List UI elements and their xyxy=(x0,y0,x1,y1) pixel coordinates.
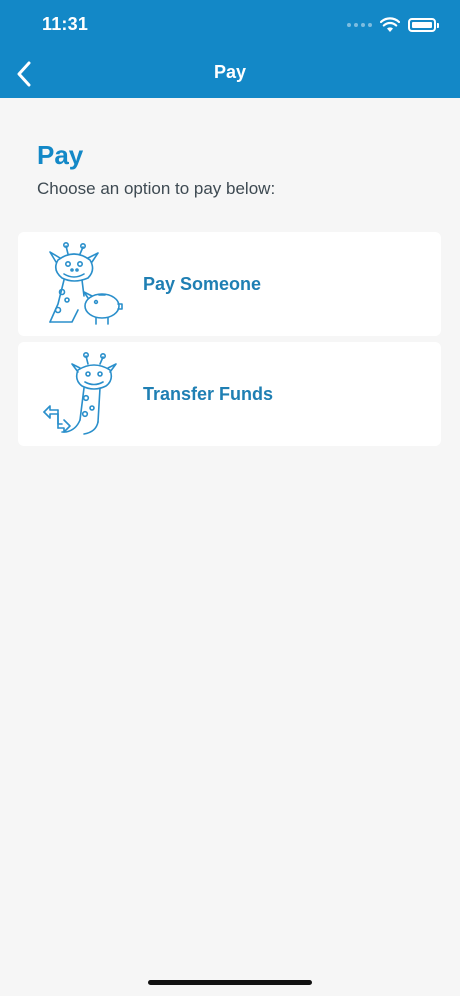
giraffe-piggy-bank-illustration xyxy=(49,241,123,325)
page-subtitle: Choose an option to pay below: xyxy=(37,179,276,198)
giraffe-transfer-arrows-illustration xyxy=(43,351,117,435)
option-label: Transfer Funds xyxy=(143,383,274,404)
status-time: 11:31 xyxy=(42,14,89,34)
pay-someone-option[interactable]: Pay Someone xyxy=(18,232,441,336)
home-indicator[interactable] xyxy=(148,980,312,985)
battery-icon xyxy=(408,18,439,32)
signal-icon xyxy=(347,23,372,27)
transfer-funds-option[interactable]: Transfer Funds xyxy=(18,342,441,446)
option-label: Pay Someone xyxy=(143,273,262,294)
page-title: Pay xyxy=(37,140,84,170)
nav-title: Pay xyxy=(213,62,247,82)
status-icons xyxy=(347,14,439,36)
app-header: 11:31 Pay xyxy=(0,0,460,98)
wifi-icon xyxy=(380,17,400,32)
